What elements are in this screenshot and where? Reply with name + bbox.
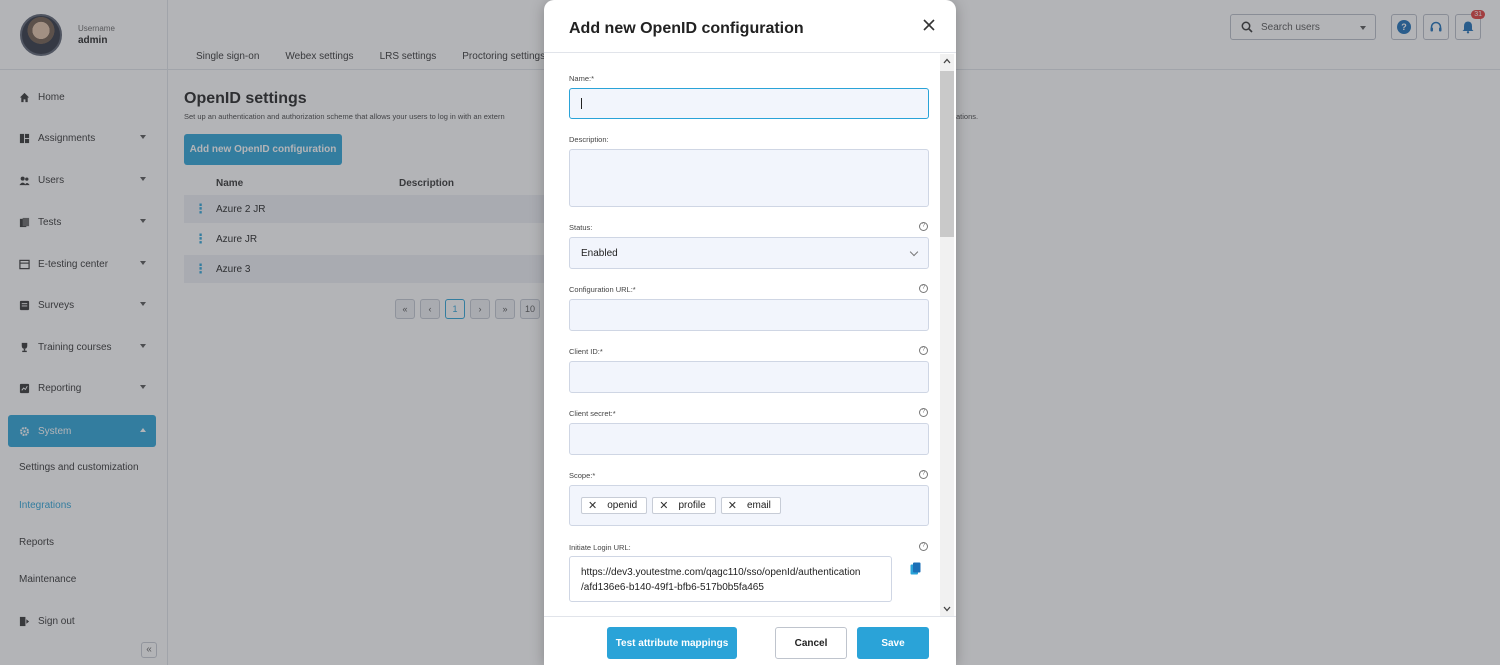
configuration-url-input[interactable]	[569, 299, 929, 331]
scope-chip-label: openid	[607, 500, 638, 511]
name-label: Name:*	[569, 74, 595, 83]
client-secret-label: Client secret:*	[569, 409, 616, 418]
client-id-input[interactable]	[569, 361, 929, 393]
scrollbar-thumb[interactable]	[940, 71, 954, 237]
description-label: Description:	[569, 135, 609, 144]
modal-footer: Test attribute mappings Cancel Save	[544, 616, 956, 665]
modal-header: Add new OpenID configuration	[544, 0, 956, 53]
cancel-button[interactable]: Cancel	[775, 627, 847, 659]
scope-chip-input[interactable]: ✕ openid ✕ profile ✕ email	[569, 485, 929, 526]
scope-chip: ✕ email	[720, 497, 781, 514]
help-icon[interactable]: ?	[919, 470, 928, 479]
close-icon[interactable]	[922, 18, 936, 32]
help-icon[interactable]: ?	[919, 284, 928, 293]
modal-title: Add new OpenID configuration	[569, 20, 804, 37]
initiate-login-url-label: Initiate Login URL:	[569, 543, 631, 552]
scope-label: Scope:*	[569, 471, 596, 480]
modal-body: Name:* Description: Status: ? Enabled Co…	[544, 54, 956, 616]
client-id-label: Client ID:*	[569, 347, 603, 356]
scope-chip-label: email	[746, 500, 771, 511]
help-icon[interactable]: ?	[919, 542, 928, 551]
scroll-down-icon[interactable]	[943, 605, 951, 613]
chevron-down-icon	[909, 247, 919, 257]
copy-icon[interactable]	[910, 562, 921, 575]
login-url-line: https://dev3.youtestme.com/qagc110/sso/o…	[581, 567, 861, 578]
scope-chip: ✕ profile	[652, 497, 716, 514]
initiate-login-url-field[interactable]: https://dev3.youtestme.com/qagc110/sso/o…	[569, 556, 892, 602]
remove-chip-icon[interactable]: ✕	[659, 499, 668, 512]
scope-chip: ✕ openid	[581, 497, 648, 514]
test-attribute-mappings-button[interactable]: Test attribute mappings	[607, 627, 737, 659]
scope-chip-label: profile	[678, 500, 706, 511]
help-icon[interactable]: ?	[919, 222, 928, 231]
scroll-up-icon[interactable]	[943, 57, 951, 65]
help-icon[interactable]: ?	[919, 408, 928, 417]
text-cursor	[581, 98, 582, 109]
client-secret-input[interactable]	[569, 423, 929, 455]
help-icon[interactable]: ?	[919, 346, 928, 355]
add-openid-modal: Add new OpenID configuration Name:* Desc…	[544, 0, 956, 665]
status-selected-value: Enabled	[581, 247, 618, 259]
description-textarea[interactable]	[569, 149, 929, 207]
status-select[interactable]: Enabled	[569, 237, 929, 269]
remove-chip-icon[interactable]: ✕	[588, 499, 597, 512]
modal-scrollbar[interactable]	[940, 54, 954, 616]
configuration-url-label: Configuration URL:*	[569, 285, 636, 294]
save-button[interactable]: Save	[857, 627, 929, 659]
name-input[interactable]	[569, 88, 929, 119]
status-label: Status:	[569, 223, 593, 232]
login-url-line: /afd136e6-b140-49f1-bfb6-517b0b5fa465	[581, 582, 764, 593]
remove-chip-icon[interactable]: ✕	[728, 499, 737, 512]
